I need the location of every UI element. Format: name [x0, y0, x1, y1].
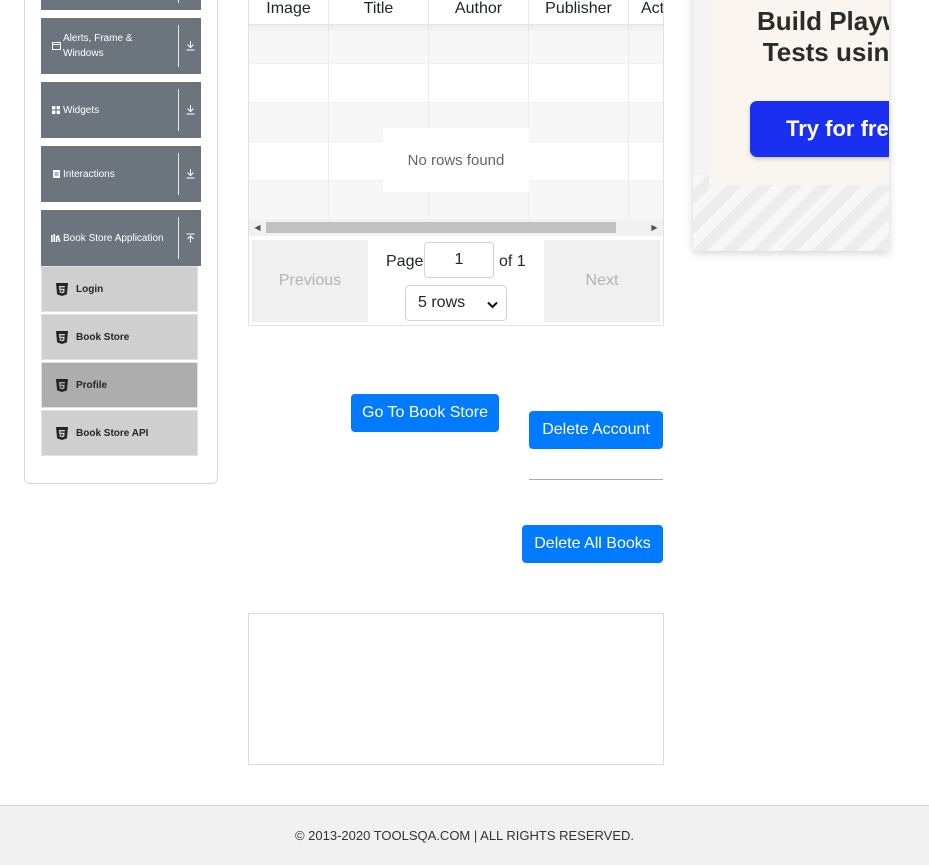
column-header-author[interactable]: Author — [429, 0, 529, 25]
delete-account-button[interactable]: Delete Account — [529, 411, 663, 449]
chevron-down-icon — [487, 296, 498, 314]
list-icon — [49, 170, 63, 178]
sidebar-group-forms[interactable] — [41, 0, 201, 10]
page-number-input[interactable]: 1 — [424, 242, 494, 278]
sidebar-item-profile[interactable]: Profile — [41, 362, 198, 408]
sidebar-group-widgets[interactable]: Widgets — [41, 82, 201, 138]
books-table: Image Title Author Publisher Act No rows… — [248, 0, 664, 326]
page-label: Page — [386, 253, 424, 270]
sidebar-group-label: Interactions — [63, 168, 115, 180]
expand-arrow-icon — [179, 105, 201, 115]
grid-icon — [49, 106, 63, 114]
ad-placeholder — [248, 613, 664, 765]
expand-arrow-icon — [179, 169, 201, 179]
horizontal-scrollbar[interactable]: ◀ ▶ — [249, 219, 663, 236]
html5-icon — [56, 282, 68, 296]
html5-icon — [56, 330, 68, 344]
rows-per-page-select[interactable]: 5 rows — [405, 285, 507, 321]
total-pages-label: of 1 — [499, 253, 526, 270]
table-row — [249, 64, 663, 103]
expand-arrow-icon — [179, 41, 201, 51]
table-header: Image Title Author Publisher Act — [249, 0, 663, 25]
sidebar-item-login[interactable]: Login — [41, 266, 198, 312]
table-row — [249, 25, 663, 64]
sidebar-item-book-store[interactable]: Book Store — [41, 314, 198, 360]
window-icon — [49, 42, 63, 50]
sidebar-group-label: Book Store Application — [63, 232, 164, 244]
column-header-title[interactable]: Title — [329, 0, 429, 25]
column-header-publisher[interactable]: Publisher — [529, 0, 629, 25]
scroll-left-icon[interactable]: ◀ — [249, 219, 266, 236]
advertisement[interactable]: Build Playwrig Tests using A Try for fre… — [693, 0, 889, 251]
try-for-free-button[interactable]: Try for free → — [750, 101, 889, 157]
books-icon — [49, 234, 63, 242]
column-header-image[interactable]: Image — [249, 0, 329, 25]
no-rows-message: No rows found — [383, 128, 529, 192]
scrollbar-thumb[interactable] — [266, 222, 616, 233]
copyright-text: © 2013-2020 TOOLSQA.COM | ALL RIGHTS RES… — [294, 828, 635, 843]
sidebar-group-label: Alerts, Frame & Windows — [63, 33, 133, 59]
previous-button[interactable]: Previous — [252, 240, 368, 322]
delete-all-books-button[interactable]: Delete All Books — [522, 525, 663, 563]
column-header-action[interactable]: Act — [629, 0, 663, 25]
pagination: Previous Page 1 of 1 5 rows Next — [249, 236, 663, 325]
next-button[interactable]: Next — [544, 240, 660, 322]
page-controls: Page 1 of 1 5 rows — [369, 236, 543, 325]
sidebar-group-alerts[interactable]: Alerts, Frame & Windows — [41, 18, 201, 74]
footer: © 2013-2020 TOOLSQA.COM | ALL RIGHTS RES… — [0, 805, 929, 865]
collapse-arrow-icon — [179, 233, 201, 243]
html5-icon — [56, 378, 68, 392]
sidebar-group-book-store[interactable]: Book Store Application — [41, 210, 201, 266]
html5-icon — [56, 426, 68, 440]
sidebar-item-book-store-api[interactable]: Book Store API — [41, 410, 198, 456]
divider — [529, 479, 663, 480]
sidebar-group-interactions[interactable]: Interactions — [41, 146, 201, 202]
sidebar-group-label: Widgets — [63, 104, 100, 116]
go-to-book-store-button[interactable]: Go To Book Store — [351, 394, 499, 432]
ad-title: Build Playwrig Tests using A — [757, 6, 889, 67]
scroll-right-icon[interactable]: ▶ — [646, 219, 663, 236]
